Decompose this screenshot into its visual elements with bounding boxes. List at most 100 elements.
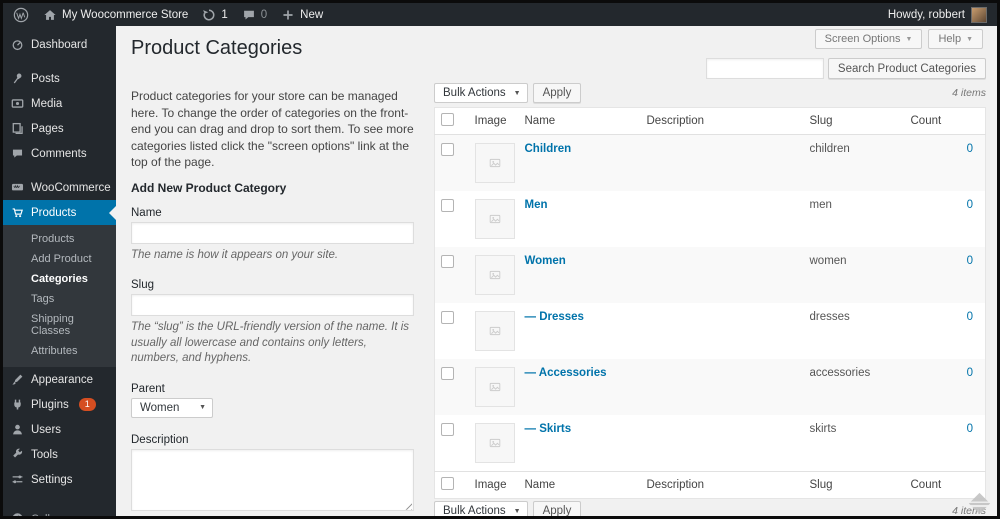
submenu-item-attributes[interactable]: Attributes: [3, 341, 116, 361]
name-cell: — Accessories: [518, 359, 641, 415]
submenu-item-shipping-classes[interactable]: Shipping Classes: [3, 309, 116, 341]
sidebar-item-tools[interactable]: Tools: [3, 442, 116, 467]
category-name-link[interactable]: Children: [525, 143, 572, 155]
sidebar-item-woocommerce[interactable]: WooCommerce: [3, 175, 116, 200]
avatar[interactable]: [971, 6, 987, 23]
category-name-link[interactable]: Women: [525, 255, 566, 267]
description-textarea[interactable]: [131, 448, 414, 511]
bulk-actions-value: Bulk Actions: [443, 87, 506, 99]
row-select-cell: [434, 134, 469, 191]
tablenav-top: Bulk Actions ▼ Apply 4 items: [434, 83, 986, 103]
sidebar-item-label: Media: [31, 97, 63, 110]
column-header-image: Image: [468, 107, 519, 135]
category-count-link[interactable]: 0: [967, 367, 973, 379]
collapse-menu-button[interactable]: Collapse menu: [3, 506, 116, 516]
updates-link[interactable]: 1: [202, 8, 228, 22]
apply-button[interactable]: Apply: [532, 83, 582, 103]
sidebar-item-plugins[interactable]: Plugins 1: [3, 392, 116, 417]
howdy-link[interactable]: Howdy, robbert: [888, 9, 965, 21]
comments-icon: [11, 147, 24, 160]
screen-options-button[interactable]: Screen Options ▼: [814, 29, 923, 49]
sidebar-item-label: Plugins: [31, 398, 69, 411]
bulk-actions-select[interactable]: Bulk Actions ▼: [434, 83, 528, 103]
row-select-cell: [435, 191, 469, 247]
count-cell: 0: [905, 303, 986, 359]
image-placeholder-icon: [489, 157, 501, 169]
select-all-checkbox[interactable]: [441, 113, 454, 126]
column-header-count[interactable]: Count: [904, 471, 986, 499]
category-name-link[interactable]: — Skirts: [525, 423, 572, 435]
sidebar-item-products[interactable]: Products: [3, 200, 116, 225]
name-label: Name: [131, 206, 162, 219]
wordpress-logo-icon[interactable]: [13, 7, 29, 23]
row-checkbox[interactable]: [441, 311, 454, 324]
site-name-link[interactable]: My Woocommerce Store: [43, 8, 188, 22]
column-header-description[interactable]: Description: [640, 107, 804, 135]
image-cell: [468, 359, 519, 415]
category-count-link[interactable]: 0: [967, 311, 973, 323]
row-select-cell: [435, 303, 469, 359]
column-header-slug[interactable]: Slug: [803, 471, 905, 499]
woocommerce-icon: [11, 181, 24, 194]
category-count-link[interactable]: 0: [967, 255, 973, 267]
row-checkbox[interactable]: [441, 143, 454, 156]
category-name-link[interactable]: Men: [525, 199, 548, 211]
collapse-icon: [11, 512, 24, 516]
table-header-row: Image Name Description Slug Count: [434, 107, 986, 135]
chevron-down-icon: ▼: [513, 507, 521, 515]
row-select-cell: [435, 415, 469, 472]
sidebar-item-comments[interactable]: Comments: [3, 141, 116, 166]
sidebar-item-appearance[interactable]: Appearance: [3, 367, 116, 392]
products-submenu: Products Add Product Categories Tags Shippin…: [3, 225, 116, 367]
sidebar-item-dashboard[interactable]: Dashboard: [3, 32, 116, 57]
new-content-link[interactable]: New: [281, 8, 323, 22]
submenu-item-tags[interactable]: Tags: [3, 289, 116, 309]
column-header-slug[interactable]: Slug: [803, 107, 905, 135]
submenu-item-products[interactable]: Products: [3, 229, 116, 249]
chevron-down-icon: ▼: [905, 35, 913, 43]
apply-button[interactable]: Apply: [532, 501, 582, 516]
row-checkbox[interactable]: [441, 367, 454, 380]
search-input[interactable]: [705, 58, 824, 79]
help-button[interactable]: Help ▼: [928, 29, 983, 49]
table-header-row: Image Name Description Slug Count: [434, 471, 986, 499]
row-checkbox[interactable]: [441, 423, 454, 436]
slug-input[interactable]: [131, 294, 414, 317]
comments-link[interactable]: 0: [242, 8, 267, 22]
sidebar-item-users[interactable]: Users: [3, 417, 116, 442]
sidebar-item-settings[interactable]: Settings: [3, 467, 116, 492]
category-name-link[interactable]: — Accessories: [525, 367, 607, 379]
category-count-link[interactable]: 0: [967, 199, 973, 211]
search-button[interactable]: Search Product Categories: [827, 58, 986, 79]
name-cell: — Skirts: [519, 415, 641, 472]
sidebar-item-posts[interactable]: Posts: [3, 66, 116, 91]
category-count-link[interactable]: 0: [967, 423, 973, 435]
table-row: Children children 0: [434, 134, 986, 191]
categories-table: Image Name Description Slug Count Children chi…: [434, 107, 986, 499]
column-header-name[interactable]: Name: [518, 471, 641, 499]
slug-cell: children: [803, 134, 905, 191]
chevron-down-icon: ▼: [513, 89, 521, 97]
submenu-item-categories[interactable]: Categories: [3, 269, 116, 289]
category-count-link[interactable]: 0: [967, 143, 973, 155]
row-checkbox[interactable]: [441, 255, 454, 268]
column-header-count[interactable]: Count: [904, 107, 986, 135]
category-name-link[interactable]: — Dresses: [525, 311, 584, 323]
row-checkbox[interactable]: [441, 199, 454, 212]
slug-help-text: The “slug” is the URL-friendly version o…: [131, 321, 410, 365]
name-input[interactable]: [131, 221, 414, 244]
sidebar-item-label: Users: [31, 423, 62, 436]
parent-select[interactable]: Women ▼: [131, 397, 213, 418]
site-name-label: My Woocommerce Store: [62, 8, 189, 21]
sidebar-item-pages[interactable]: Pages: [3, 116, 116, 141]
select-all-checkbox[interactable]: [441, 477, 454, 490]
sidebar-item-media[interactable]: Media: [3, 91, 116, 116]
column-header-description[interactable]: Description: [640, 471, 804, 499]
table-row: — Skirts skirts 0: [435, 415, 986, 472]
bulk-actions-select[interactable]: Bulk Actions ▼: [434, 501, 528, 516]
image-placeholder-icon: [489, 213, 501, 225]
column-header-name[interactable]: Name: [518, 107, 641, 135]
submenu-item-add-product[interactable]: Add Product: [3, 249, 116, 269]
sidebar-item-label: WooCommerce: [31, 181, 111, 194]
image-placeholder-icon: [489, 437, 501, 449]
